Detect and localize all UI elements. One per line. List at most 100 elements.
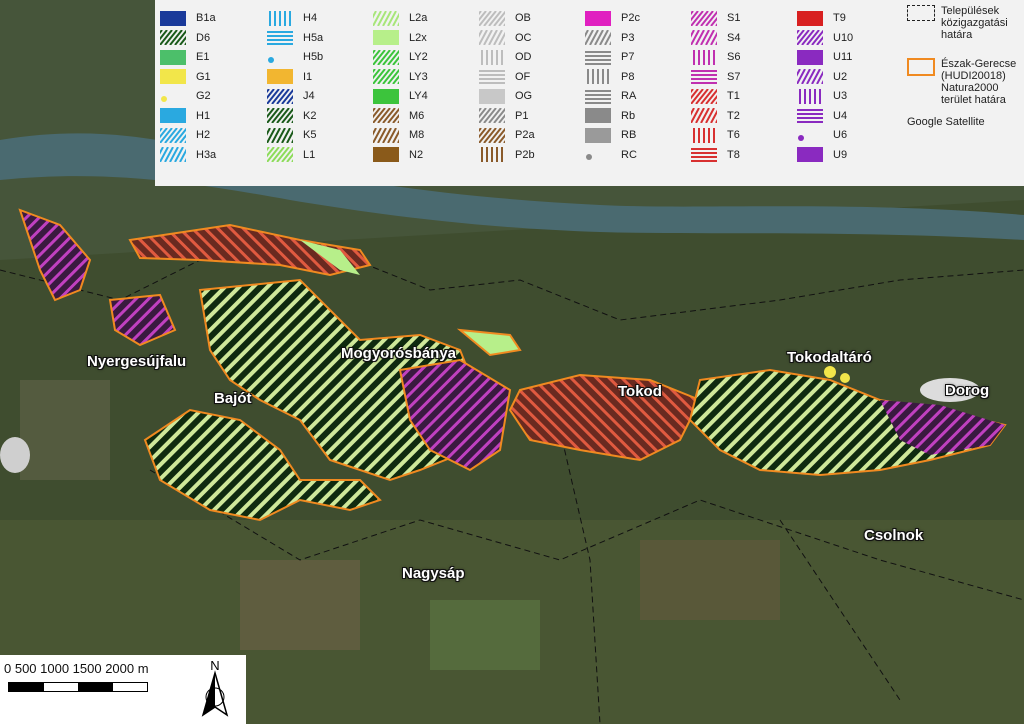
legend-item-label: H2 xyxy=(196,129,211,141)
legend-item-label: P2b xyxy=(515,148,535,161)
town-label-nagysap: Nagysáp xyxy=(402,565,465,582)
legend-item-label: T8 xyxy=(727,148,740,161)
legend-item-label: OD xyxy=(515,51,532,63)
legend-item-od: OD xyxy=(479,47,532,67)
legend-item-b1a: B1a xyxy=(160,8,216,28)
solid-swatch-icon xyxy=(585,127,611,143)
legend-item-label: T6 xyxy=(727,129,740,141)
legend-item-e1: E1 xyxy=(160,47,209,67)
legend-item-label: L1 xyxy=(303,148,316,161)
legend-item-ob: OB xyxy=(479,8,531,28)
hatch-swatch-icon xyxy=(481,147,503,162)
legend-item-label: N2 xyxy=(409,148,424,161)
legend-item-n2: N2 xyxy=(373,145,423,165)
legend-item-oc: OC xyxy=(479,28,532,48)
legend-item-u10: U10 xyxy=(797,28,853,48)
legend-item-h4: H4 xyxy=(267,8,317,28)
legend-item-p8: P8 xyxy=(585,67,634,87)
legend-item-i1: I1 xyxy=(267,67,312,87)
legend-item-label: RC xyxy=(621,148,637,161)
legend-item-label: L2x xyxy=(409,31,427,44)
legend-item-label: OF xyxy=(515,70,531,83)
solid-swatch-icon xyxy=(797,147,823,162)
legend-item-label: U2 xyxy=(833,70,848,83)
hatch-swatch-icon xyxy=(479,30,505,45)
legend-item-ly4: LY4 xyxy=(373,86,428,106)
legend-item-g2: G2 xyxy=(160,86,211,106)
hatch-swatch-icon xyxy=(267,127,293,143)
legend-item-label: K5 xyxy=(303,129,317,141)
hatch-swatch-icon xyxy=(691,88,717,104)
solid-swatch-icon xyxy=(797,49,823,65)
legend-item-rb: RB xyxy=(585,125,636,145)
legend-item-label: P1 xyxy=(515,109,529,122)
hatch-swatch-icon xyxy=(373,10,399,26)
scale-labels: 0 500 1000 1500 2000 m xyxy=(4,661,149,676)
legend-item-h2: H2 xyxy=(160,125,210,145)
legend-item-label: RB xyxy=(621,129,637,141)
solid-swatch-icon xyxy=(373,30,399,45)
legend-item-label: LY2 xyxy=(409,51,428,63)
hatch-swatch-icon xyxy=(373,49,399,65)
solid-swatch-icon xyxy=(160,10,186,26)
legend-item-label: T1 xyxy=(727,90,740,102)
solid-swatch-icon xyxy=(160,69,186,84)
hatch-swatch-icon xyxy=(693,49,715,65)
legend-item-label: D6 xyxy=(196,31,211,44)
hatch-swatch-icon xyxy=(586,154,592,160)
legend-item-label: Rb xyxy=(621,109,636,122)
legend-item-label: P8 xyxy=(621,70,635,83)
hatch-swatch-icon xyxy=(799,88,821,104)
hatch-swatch-icon xyxy=(585,50,611,65)
legend-item-p7: P7 xyxy=(585,47,634,67)
legend-item-label: OB xyxy=(515,12,531,24)
legend-item-og: OG xyxy=(479,86,532,106)
solid-swatch-icon xyxy=(373,88,399,104)
legend-item-label: H3a xyxy=(196,148,217,161)
legend-item-label: OC xyxy=(515,31,532,44)
legend-item-label: J4 xyxy=(303,90,315,102)
legend-item-p2b: P2b xyxy=(479,145,535,165)
legend-item-of: OF xyxy=(479,67,530,87)
legend-item-s6: S6 xyxy=(691,47,740,67)
legend-item-label: S6 xyxy=(727,51,741,63)
legend-item-label: M8 xyxy=(409,129,425,141)
natura-boundary-swatch xyxy=(907,58,935,76)
hatch-swatch-icon xyxy=(373,69,399,84)
legend-item-l2a: L2a xyxy=(373,8,427,28)
legend-item-label: S1 xyxy=(727,12,741,24)
hatch-swatch-icon xyxy=(691,70,717,84)
hatch-swatch-icon xyxy=(479,70,505,84)
legend-item-l2x: L2x xyxy=(373,28,427,48)
town-label-csolnok: Csolnok xyxy=(864,527,924,544)
hatch-swatch-icon xyxy=(798,134,804,141)
solid-swatch-icon xyxy=(267,69,293,84)
hatch-swatch-icon xyxy=(268,56,274,63)
legend-item-label: U6 xyxy=(833,129,848,141)
hatch-swatch-icon xyxy=(267,108,293,123)
legend-item-label: S4 xyxy=(727,31,741,44)
legend-item-label: P3 xyxy=(621,31,635,44)
north-arrow-icon: N xyxy=(201,658,229,717)
legend-item-rc: RC xyxy=(585,145,637,165)
legend-item-label: B1a xyxy=(196,12,216,24)
hatch-swatch-icon xyxy=(691,30,717,45)
hatch-swatch-icon xyxy=(693,127,715,143)
legend-item-u4: U4 xyxy=(797,106,847,126)
legend-basemap-label: Google Satellite xyxy=(907,116,985,128)
legend-item-u6: U6 xyxy=(797,125,847,145)
legend-item-u2: U2 xyxy=(797,67,847,87)
quarry-west xyxy=(0,437,30,473)
legend-item-p2a: P2a xyxy=(479,125,535,145)
legend-item-label: P2c xyxy=(621,12,640,24)
legend-item-label: G1 xyxy=(196,70,211,83)
legend-item-t8: T8 xyxy=(691,145,740,165)
legend-item-label: LY4 xyxy=(409,90,428,102)
legend-item-label: T2 xyxy=(727,109,740,122)
hatch-swatch-icon xyxy=(481,49,503,65)
hatch-swatch-icon xyxy=(797,69,823,84)
legend-item-label: H4 xyxy=(303,12,318,24)
town-label-bajot: Bajót xyxy=(214,390,252,407)
legend-item-ra: RA xyxy=(585,86,636,106)
legend-item-k2: K2 xyxy=(267,106,316,126)
